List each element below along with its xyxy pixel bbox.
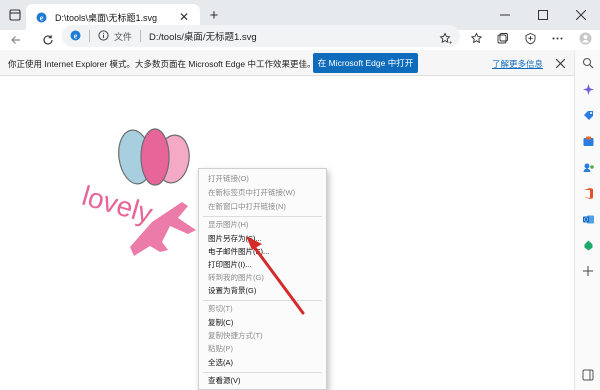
menu-open-link[interactable]: 打开链接(O) bbox=[199, 173, 326, 185]
edge-ie-mode-icon: e bbox=[36, 12, 47, 23]
tab-title: D:\tools\桌面\无标题1.svg bbox=[55, 12, 158, 23]
new-tab-button[interactable]: + bbox=[206, 7, 222, 24]
ie-mode-icon[interactable]: e bbox=[70, 30, 81, 43]
drop-icon[interactable] bbox=[581, 238, 595, 252]
menu-select-all[interactable]: 全选(A) bbox=[199, 357, 326, 369]
add-sidebar-app-icon[interactable] bbox=[581, 264, 595, 278]
close-banner-icon[interactable] bbox=[552, 55, 568, 71]
browser-essentials-icon[interactable] bbox=[522, 30, 538, 46]
collections-icon[interactable] bbox=[494, 30, 510, 46]
discover-icon[interactable] bbox=[581, 82, 595, 96]
outlook-icon[interactable]: O bbox=[581, 212, 595, 226]
menu-separator bbox=[203, 300, 322, 301]
window-controls bbox=[486, 0, 600, 30]
address-divider bbox=[89, 30, 90, 42]
add-favorite-icon[interactable]: + bbox=[437, 30, 453, 46]
edge-sidebar: O bbox=[574, 50, 600, 390]
svg-text:+: + bbox=[449, 40, 452, 45]
artwork-text: lovely bbox=[79, 180, 156, 230]
scheme-label: 文件 bbox=[114, 31, 133, 42]
menu-save-picture-as[interactable]: 图片另存为(S)... bbox=[199, 233, 326, 245]
petal-pink bbox=[140, 128, 170, 186]
url-text[interactable]: D:/tools/桌面/无标题1.svg bbox=[149, 29, 257, 43]
restore-icon[interactable] bbox=[524, 0, 562, 30]
address-divider bbox=[140, 30, 142, 42]
office-icon[interactable] bbox=[581, 186, 595, 200]
minimize-icon[interactable] bbox=[486, 0, 524, 30]
close-tab-icon[interactable]: ✕ bbox=[176, 9, 192, 25]
favorites-icon[interactable] bbox=[468, 30, 484, 46]
menu-separator bbox=[203, 216, 322, 217]
context-menu: 打开链接(O) 在新标签页中打开链接(W) 在新窗口中打开链接(N) 显示图片(… bbox=[198, 168, 327, 390]
svg-text:O: O bbox=[584, 217, 588, 223]
menu-open-new-tab[interactable]: 在新标签页中打开链接(W) bbox=[199, 187, 326, 199]
search-icon[interactable] bbox=[581, 56, 595, 70]
svg-text:e: e bbox=[74, 31, 78, 40]
menu-open-new-window[interactable]: 在新窗口中打开链接(N) bbox=[199, 201, 326, 213]
ie-mode-banner: 你正使用 Internet Explorer 模式。大多数页面在 Microso… bbox=[0, 50, 574, 76]
ie-mode-message: 你正使用 Internet Explorer 模式。大多数页面在 Microso… bbox=[8, 59, 316, 69]
menu-cut[interactable]: 剪切(T) bbox=[199, 303, 326, 315]
menu-email-picture[interactable]: 电子邮件图片(E)... bbox=[199, 246, 326, 258]
back-icon[interactable] bbox=[8, 32, 24, 48]
svg-image[interactable]: lovely bbox=[70, 122, 200, 272]
menu-copy-shortcut[interactable]: 复制快捷方式(T) bbox=[199, 330, 326, 342]
address-bar[interactable]: e 文件 D:/tools/桌面/无标题1.svg bbox=[62, 25, 460, 47]
shopping-icon[interactable] bbox=[581, 108, 595, 122]
menu-copy[interactable]: 复制(C) bbox=[199, 317, 326, 329]
close-window-icon[interactable] bbox=[562, 0, 600, 30]
svg-text:e: e bbox=[40, 13, 44, 22]
menu-show-picture[interactable]: 显示图片(H) bbox=[199, 219, 326, 231]
settings-more-icon[interactable] bbox=[549, 30, 565, 46]
menu-paste[interactable]: 粘贴(P) bbox=[199, 343, 326, 355]
sidebar-settings-icon[interactable] bbox=[581, 368, 595, 382]
profile-avatar[interactable] bbox=[577, 30, 593, 46]
menu-go-to-my-pictures[interactable]: 转到我的图片(G) bbox=[199, 272, 326, 284]
menu-view-source[interactable]: 查看源(V) bbox=[199, 375, 326, 387]
tab-actions-icon[interactable] bbox=[8, 8, 22, 22]
refresh-icon[interactable] bbox=[40, 32, 56, 48]
menu-separator bbox=[203, 372, 322, 373]
open-in-edge-button[interactable]: 在 Microsoft Edge 中打开 bbox=[313, 53, 418, 73]
menu-set-as-background[interactable]: 设置为背景(G) bbox=[199, 285, 326, 297]
games-icon[interactable] bbox=[581, 160, 595, 174]
info-icon[interactable] bbox=[98, 29, 109, 43]
tools-icon[interactable] bbox=[581, 134, 595, 148]
learn-more-link[interactable]: 了解更多信息 bbox=[492, 58, 543, 70]
menu-print-picture[interactable]: 打印图片(I)... bbox=[199, 259, 326, 271]
